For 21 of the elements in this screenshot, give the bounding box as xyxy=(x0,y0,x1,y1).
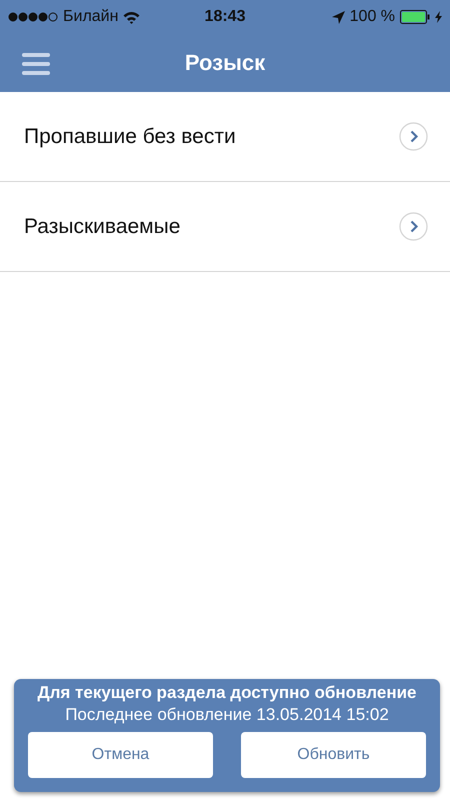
signal-icon xyxy=(8,12,58,22)
update-button[interactable]: Обновить xyxy=(241,732,426,778)
cancel-button[interactable]: Отмена xyxy=(28,732,213,778)
wifi-icon xyxy=(123,10,140,24)
battery-icon xyxy=(400,10,430,24)
battery-percent: 100 % xyxy=(350,8,396,26)
item-label: Пропавшие без вести xyxy=(24,124,237,148)
menu-icon xyxy=(22,53,50,75)
chevron-icon xyxy=(399,122,428,151)
update-subtitle: Последнее обновление 13.05.2014 15:02 xyxy=(65,705,389,725)
screen-title: Розыск xyxy=(184,50,266,76)
item-label: Разыскиваемые xyxy=(24,214,182,238)
location-arrow-icon xyxy=(332,10,345,24)
menu-button[interactable] xyxy=(22,53,50,75)
status-time: 18:43 xyxy=(204,8,246,26)
charging-icon xyxy=(435,11,442,23)
carrier-name: Билайн xyxy=(63,8,118,26)
list-item[interactable]: Разыскиваемые xyxy=(0,182,450,272)
chevron-icon xyxy=(399,212,428,241)
list-item[interactable]: Пропавшие без вести xyxy=(0,92,450,182)
update-title: Для текущего раздела доступно обновление xyxy=(38,683,416,703)
